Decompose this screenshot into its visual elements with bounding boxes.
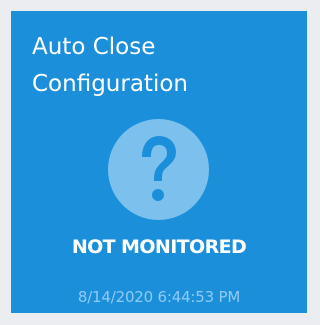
status-label: NOT MONITORED <box>71 236 247 258</box>
tile-title-line-2: Configuration <box>32 71 188 97</box>
status-tile[interactable]: Auto Close Configuration NOT MONITORED 8… <box>11 11 307 313</box>
tile-title: Auto Close Configuration <box>32 29 292 103</box>
last-updated-timestamp: 8/14/2020 6:44:53 PM <box>77 288 241 306</box>
question-mark-icon <box>108 119 209 220</box>
tile-title-line-1: Auto Close <box>32 34 156 60</box>
